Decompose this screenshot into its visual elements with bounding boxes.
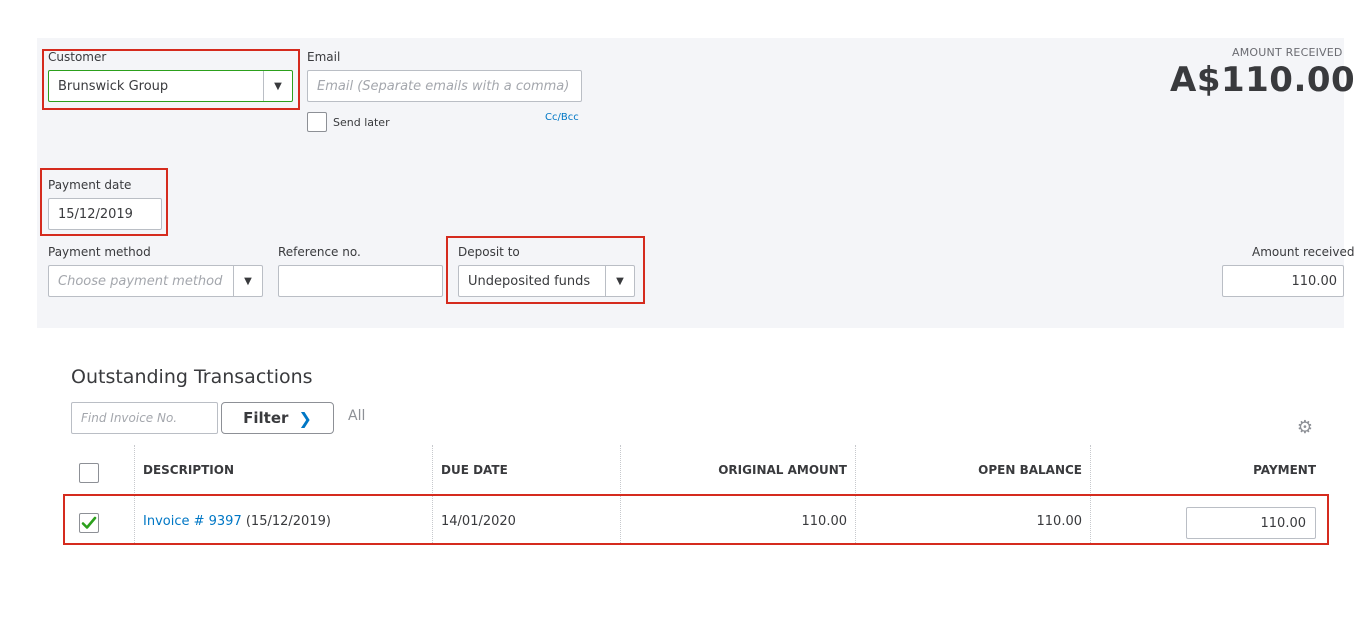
highlight-deposit-to	[446, 236, 645, 304]
column-header-open-balance[interactable]: OPEN BALANCE	[978, 463, 1082, 477]
gear-icon[interactable]: ⚙	[1295, 418, 1315, 438]
email-placeholder: Email (Separate emails with a comma)	[317, 78, 570, 94]
column-header-description[interactable]: DESCRIPTION	[143, 463, 234, 477]
filter-label: Filter	[243, 409, 289, 427]
amount-received-label: Amount received	[1252, 245, 1355, 259]
filter-button[interactable]: Filter ❯	[221, 402, 334, 434]
amount-received-input[interactable]: 110.00	[1222, 265, 1344, 297]
filter-all-label: All	[348, 408, 366, 424]
highlight-payment-date	[40, 168, 168, 236]
outstanding-transactions-title: Outstanding Transactions	[71, 366, 313, 388]
amount-received-total: A$110.00	[1170, 60, 1356, 100]
find-invoice-input[interactable]: Find Invoice No.	[71, 402, 218, 434]
column-header-due-date[interactable]: DUE DATE	[441, 463, 508, 477]
column-header-original-amount[interactable]: ORIGINAL AMOUNT	[718, 463, 847, 477]
reference-input[interactable]	[278, 265, 443, 297]
amount-received-header-label: AMOUNT RECEIVED	[1232, 46, 1343, 59]
cc-bcc-link[interactable]: Cc/Bcc	[545, 112, 579, 123]
email-label: Email	[307, 50, 341, 64]
caret-down-icon[interactable]: ▼	[233, 266, 262, 296]
payment-method-placeholder: Choose payment method	[58, 273, 223, 289]
chevron-right-icon: ❯	[298, 408, 312, 428]
reference-label: Reference no.	[278, 245, 361, 259]
highlight-invoice-row	[63, 494, 1329, 545]
column-header-payment[interactable]: PAYMENT	[1253, 463, 1316, 477]
amount-received-value: 110.00	[1291, 273, 1338, 289]
send-later-label: Send later	[333, 116, 390, 129]
payment-method-select[interactable]: Choose payment method ▼	[48, 265, 263, 297]
send-later-checkbox[interactable]	[307, 112, 327, 132]
select-all-checkbox[interactable]	[79, 463, 99, 483]
highlight-customer	[42, 49, 300, 110]
payment-method-label: Payment method	[48, 245, 151, 259]
email-input[interactable]: Email (Separate emails with a comma)	[307, 70, 582, 102]
find-invoice-placeholder: Find Invoice No.	[81, 411, 178, 425]
